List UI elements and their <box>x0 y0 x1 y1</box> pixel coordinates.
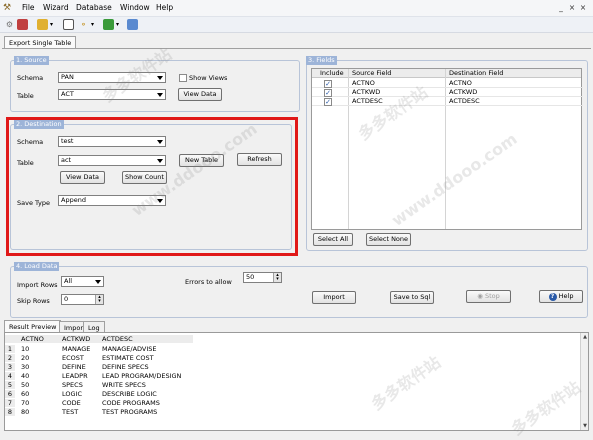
destination-field-cell: ACTNO <box>449 79 472 87</box>
column-header-source-field[interactable]: Source Field <box>352 69 391 78</box>
restore-button[interactable]: × <box>567 3 577 13</box>
help-button[interactable]: ? Help <box>539 290 583 303</box>
column-header-actkwd[interactable]: ACTKWD <box>62 335 90 343</box>
help-icon: ? <box>548 293 557 301</box>
import-button[interactable]: Import <box>312 291 356 304</box>
table-row[interactable]: 6 60 LOGIC DESCRIBE LOGIC <box>5 390 193 398</box>
menu-window[interactable]: Window <box>120 3 150 12</box>
table-row[interactable]: 5 50 SPECS WRITE SPECS <box>5 381 193 389</box>
column-header-include[interactable]: Include <box>320 69 344 78</box>
menu-bar: ⚒ File Wizard Database Window Help _ × × <box>0 0 593 17</box>
table-row[interactable]: ✓ ACTDESC ACTDESC <box>312 97 583 106</box>
source-field-cell: ACTDESC <box>352 97 383 105</box>
table-icon[interactable] <box>103 19 114 30</box>
include-checkbox[interactable]: ✓ <box>324 98 332 106</box>
fields-grid-header: Include Source Field Destination Field <box>312 69 581 78</box>
spin-arrows-icon[interactable]: ▴ ▾ <box>95 295 103 304</box>
table-row[interactable]: 3 30 DEFINE DEFINE SPECS <box>5 363 193 371</box>
scroll-up-icon[interactable]: ▲ <box>581 333 588 341</box>
show-views-checkbox[interactable] <box>179 74 187 82</box>
table-row[interactable]: 2 20 ECOST ESTIMATE COST <box>5 354 193 362</box>
column-header-actno[interactable]: ACTNO <box>21 335 44 343</box>
fields-grid: Include Source Field Destination Field ✓… <box>311 68 583 230</box>
stop-button[interactable]: ◉ Stop <box>466 290 511 303</box>
highlight-box <box>6 117 298 256</box>
load-data-legend: 4. Load Data <box>14 262 60 271</box>
chevron-down-icon <box>157 93 163 97</box>
skip-rows-label: Skip Rows <box>17 297 50 305</box>
chevron-down-icon[interactable]: ▾ <box>50 21 53 28</box>
chevron-down-icon[interactable]: ▾ <box>91 21 94 28</box>
save-to-sql-button[interactable]: Save to Sql <box>390 291 434 304</box>
source-field-cell: ACTKWD <box>352 88 381 96</box>
menu-help[interactable]: Help <box>156 3 173 12</box>
chevron-down-icon[interactable]: ▾ <box>116 21 119 28</box>
column-header-destination-field[interactable]: Destination Field <box>449 69 503 78</box>
menu-database[interactable]: Database <box>76 3 112 12</box>
select-none-button[interactable]: Select None <box>366 233 411 246</box>
table-row[interactable]: ✓ ACTKWD ACTKWD <box>312 88 583 97</box>
stop-icon: ◉ <box>477 292 483 300</box>
source-schema-label: Schema <box>17 74 44 82</box>
chevron-down-icon <box>157 76 163 80</box>
screen-icon[interactable] <box>63 19 74 30</box>
skip-rows-stepper[interactable]: 0 ▴ ▾ <box>61 294 104 305</box>
source-legend: 1. Source <box>14 56 49 65</box>
wrench-icon[interactable]: ⚙ <box>4 19 15 30</box>
vertical-scrollbar[interactable]: ▲ ▼ <box>580 333 588 430</box>
menu-file[interactable]: File <box>22 3 35 12</box>
fields-legend: 3. Fields <box>306 56 337 65</box>
source-table-select[interactable]: ACT <box>58 89 166 100</box>
source-view-data-button[interactable]: View Data <box>178 88 222 101</box>
errors-to-allow-stepper[interactable]: 50 ▴ ▾ <box>243 272 282 283</box>
folder-icon[interactable] <box>37 19 48 30</box>
result-grid: ACTNO ACTKWD ACTDESC 1 10 MANAGE MANAGE/ADV… <box>4 332 589 431</box>
include-checkbox[interactable]: ✓ <box>324 80 332 88</box>
spin-arrows-icon[interactable]: ▴ ▾ <box>273 273 281 282</box>
key-icon[interactable]: ⚬ <box>78 19 89 30</box>
errors-to-allow-label: Errors to allow <box>185 278 232 286</box>
source-schema-select[interactable]: PAN <box>58 72 166 83</box>
app-icon: ⚒ <box>3 3 12 13</box>
destination-field-cell: ACTDESC <box>449 97 480 105</box>
show-views-label: Show Views <box>189 74 228 82</box>
table-row[interactable]: 1 10 MANAGE MANAGE/ADVISE <box>5 345 193 353</box>
table-row[interactable]: 8 80 TEST TEST PROGRAMS <box>5 408 193 416</box>
source-table-label: Table <box>17 92 34 100</box>
source-group <box>10 60 300 112</box>
import-rows-select[interactable]: All <box>61 276 104 287</box>
save-icon[interactable] <box>17 19 28 30</box>
scroll-down-icon[interactable]: ▼ <box>581 422 588 430</box>
import-rows-label: Import Rows <box>17 281 58 289</box>
toolbar: ⚙ ▾ ⚬ ▾ ▾ <box>0 17 593 33</box>
close-button[interactable]: × <box>578 3 588 13</box>
chevron-down-icon <box>95 280 101 284</box>
menu-wizard[interactable]: Wizard <box>43 3 69 12</box>
select-all-button[interactable]: Select All <box>313 233 353 246</box>
table-row[interactable]: 7 70 CODE CODE PROGRAMS <box>5 399 193 407</box>
table-row[interactable]: ✓ ACTNO ACTNO <box>312 79 583 88</box>
minimize-button[interactable]: _ <box>556 3 566 13</box>
destination-field-cell: ACTKWD <box>449 88 478 96</box>
include-checkbox[interactable]: ✓ <box>324 89 332 97</box>
source-field-cell: ACTNO <box>352 79 375 87</box>
grid-icon[interactable] <box>127 19 138 30</box>
column-header-actdesc[interactable]: ACTDESC <box>102 335 133 343</box>
table-row[interactable]: 4 40 LEADPR LEAD PROGRAM/DESIGN <box>5 372 193 380</box>
result-grid-header: ACTNO ACTKWD ACTDESC <box>5 335 193 343</box>
